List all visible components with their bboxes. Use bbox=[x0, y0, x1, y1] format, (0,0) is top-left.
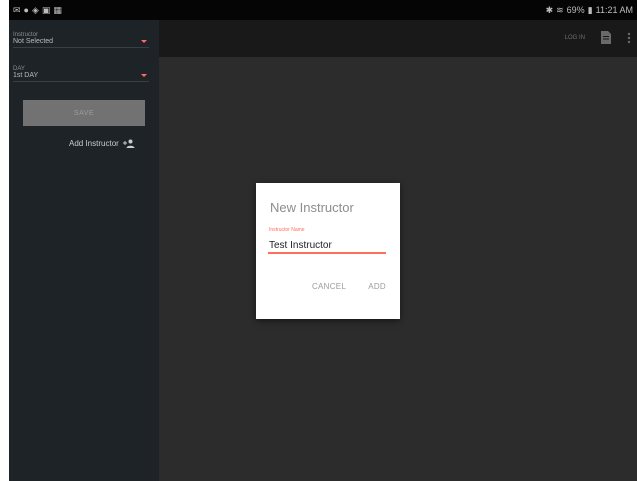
cancel-button[interactable]: CANCEL bbox=[312, 282, 346, 291]
wifi-icon: ≋ bbox=[556, 4, 564, 15]
instructor-dropdown[interactable]: Not Selected bbox=[13, 38, 149, 48]
battery-icon: ▮ bbox=[587, 4, 593, 15]
chevron-down-icon bbox=[141, 74, 147, 77]
add-button[interactable]: ADD bbox=[368, 282, 386, 291]
image-icon: ▣ bbox=[41, 4, 51, 15]
instructor-name-label: Instructor Name bbox=[269, 227, 305, 233]
add-instructor-button[interactable]: Add Instructor bbox=[69, 139, 135, 148]
login-link[interactable]: LOG IN bbox=[565, 35, 585, 41]
mail-icon: ✉ bbox=[13, 4, 21, 15]
chevron-down-icon bbox=[141, 40, 147, 43]
day-dropdown[interactable]: 1st DAY bbox=[13, 72, 149, 82]
instructor-value: Not Selected bbox=[13, 38, 54, 45]
sidebar: Instructor Not Selected DAY 1st DAY SAVE… bbox=[9, 20, 159, 481]
toolbar: LOG IN bbox=[159, 20, 637, 57]
battery-percent: 69% bbox=[566, 5, 585, 15]
status-bar: ✉ ● ◈ ▣ ▦ ✱ ≋ 69% ▮ 11:21 AM bbox=[9, 0, 637, 20]
day-value: 1st DAY bbox=[13, 72, 39, 79]
day-select[interactable]: DAY 1st DAY bbox=[13, 66, 149, 82]
more-vert-icon[interactable] bbox=[627, 32, 631, 44]
instructor-name-input[interactable] bbox=[268, 238, 386, 254]
notification-icon: ● bbox=[23, 5, 29, 15]
add-person-icon bbox=[122, 139, 135, 148]
cast-icon: ◈ bbox=[31, 4, 39, 15]
add-instructor-label: Add Instructor bbox=[69, 139, 119, 148]
calendar-icon: ▦ bbox=[53, 4, 62, 15]
status-icons-right: ✱ ≋ 69% ▮ 11:21 AM bbox=[546, 5, 633, 16]
device-screen: ✉ ● ◈ ▣ ▦ ✱ ≋ 69% ▮ 11:21 AM Instructor … bbox=[9, 0, 637, 481]
dialog-title: New Instructor bbox=[270, 200, 354, 215]
document-icon[interactable] bbox=[601, 31, 611, 44]
status-icons-left: ✉ ● ◈ ▣ ▦ bbox=[13, 5, 62, 16]
dialog-actions: CANCEL ADD bbox=[312, 282, 386, 291]
clock: 11:21 AM bbox=[595, 5, 633, 15]
new-instructor-dialog: New Instructor Instructor Name CANCEL AD… bbox=[256, 183, 400, 319]
bluetooth-icon: ✱ bbox=[545, 4, 554, 15]
save-button[interactable]: SAVE bbox=[23, 100, 145, 126]
instructor-select[interactable]: Instructor Not Selected bbox=[13, 32, 149, 48]
